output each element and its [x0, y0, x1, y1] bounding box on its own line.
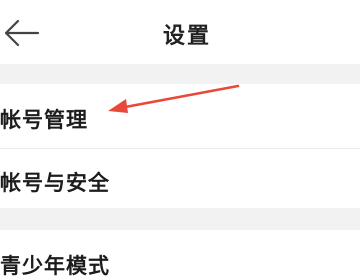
top-bar: 设置 — [0, 0, 360, 64]
settings-item-label: 帐号与安全 — [0, 171, 110, 195]
settings-item-label: 帐号管理 — [0, 108, 88, 132]
page-title: 设置 — [162, 24, 211, 49]
settings-item-account-security[interactable]: 帐号与安全 — [0, 149, 360, 208]
section-gap — [0, 208, 360, 230]
settings-item-account-management[interactable]: 帐号管理 — [0, 84, 360, 148]
settings-item-label: 青少年模式 — [0, 254, 110, 278]
settings-item-teen-mode[interactable]: 青少年模式 — [0, 230, 360, 278]
section-gap — [0, 64, 360, 84]
